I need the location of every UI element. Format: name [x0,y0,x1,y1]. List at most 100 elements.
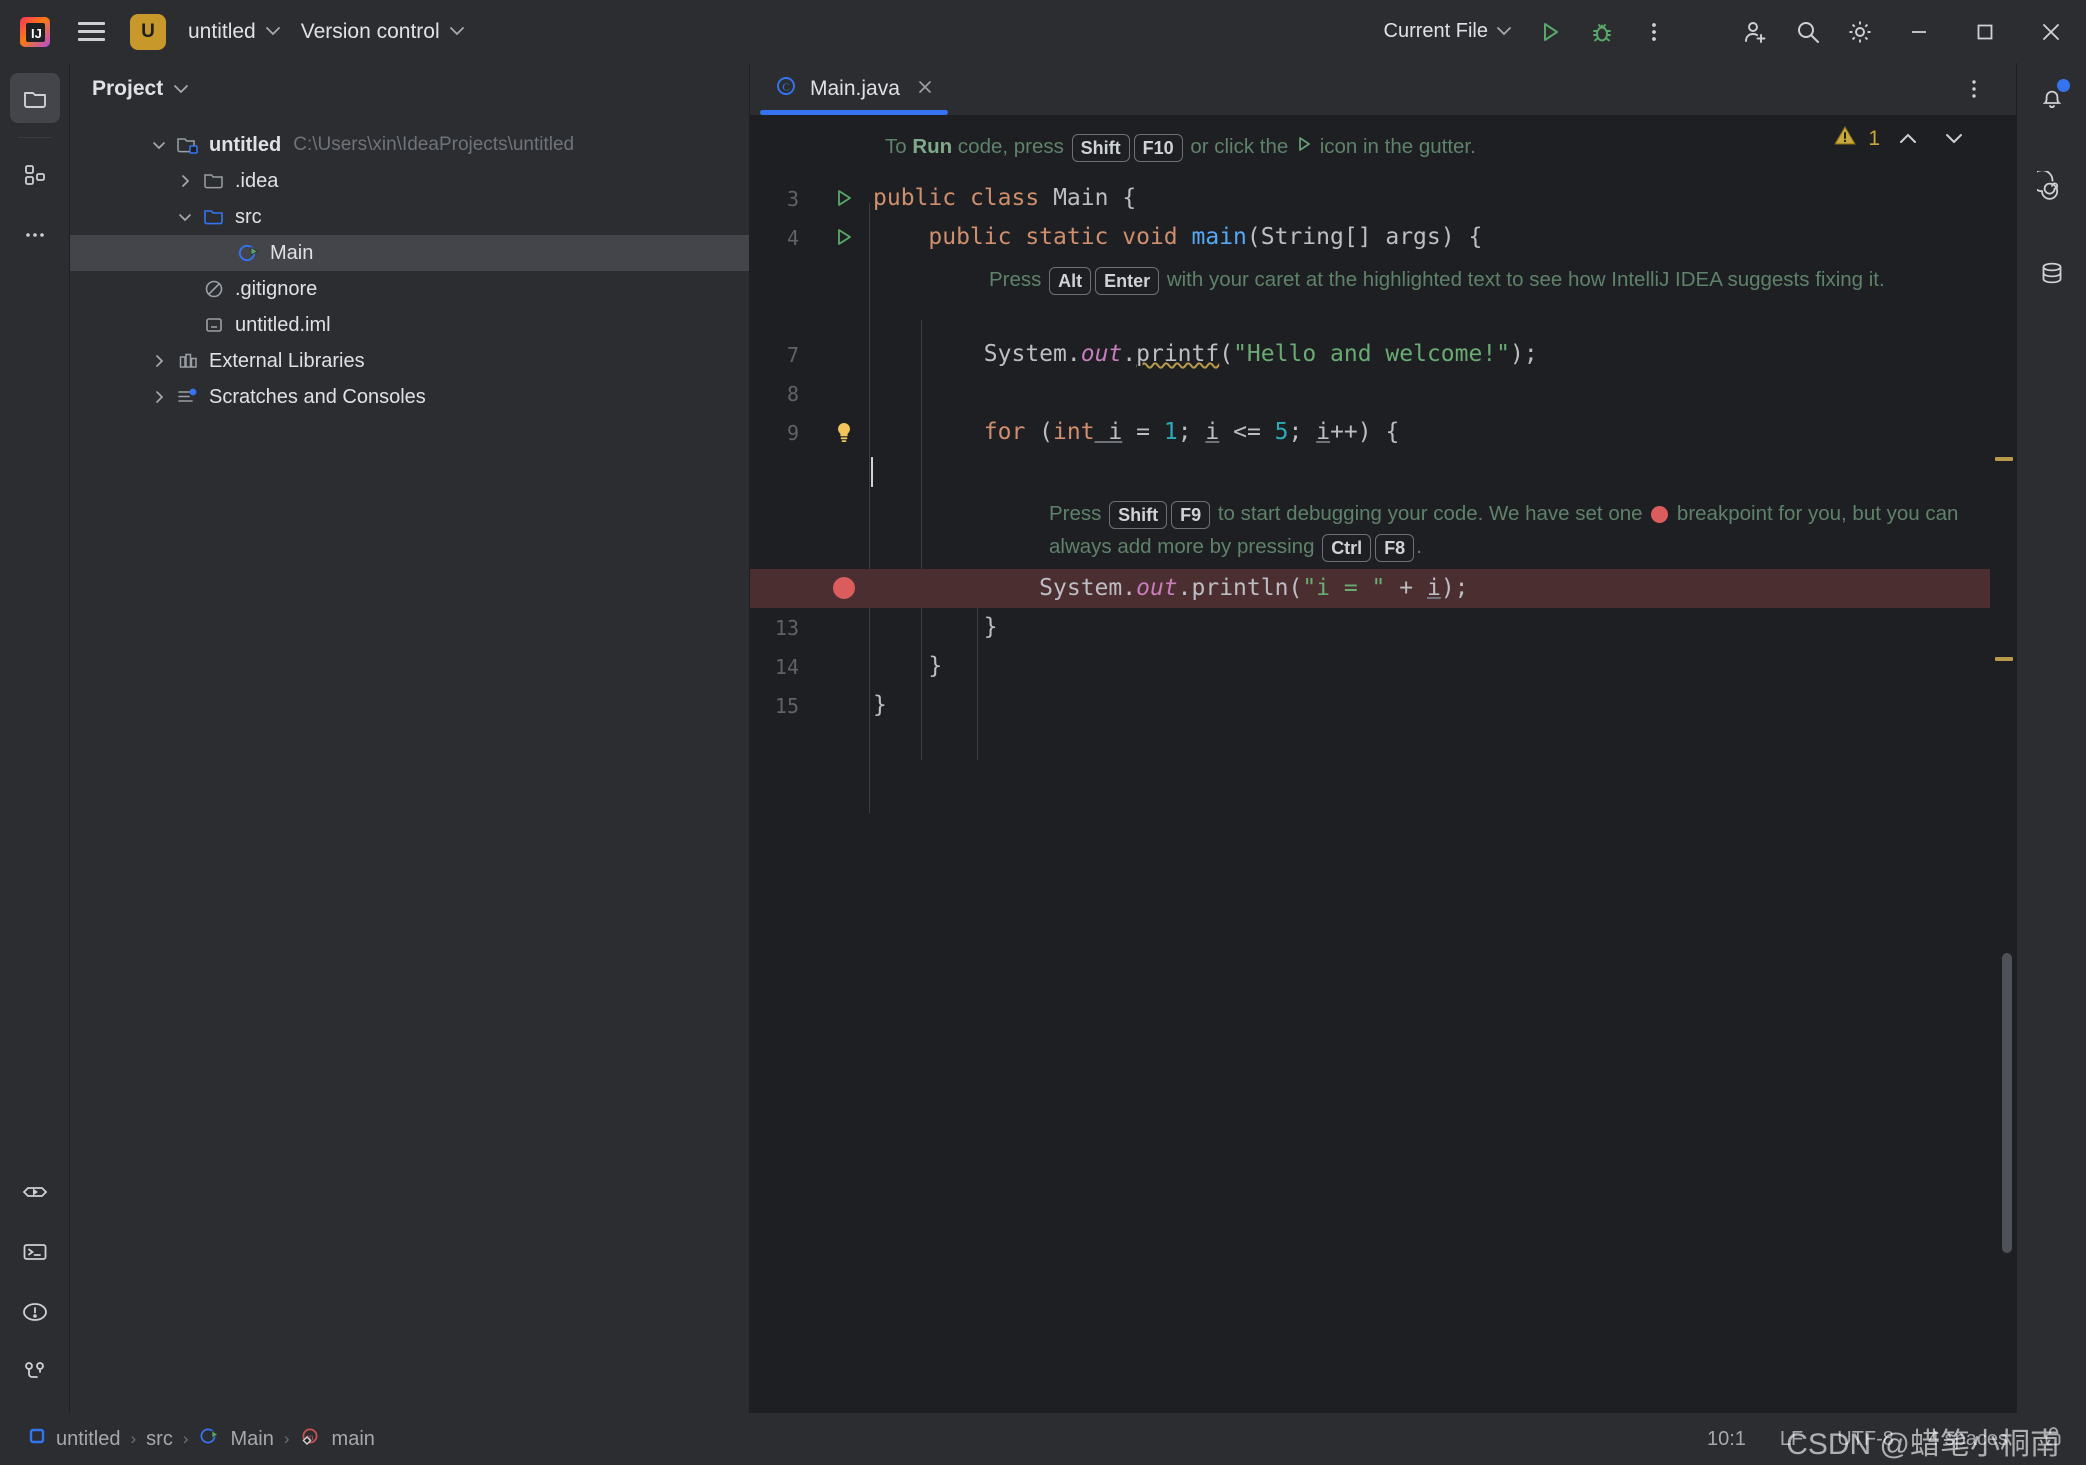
commit-tool-window[interactable] [10,150,60,200]
tree-item-scratches-and-consoles[interactable]: Scratches and Consoles [70,379,749,415]
tree-item-label: Main [270,241,314,264]
warning-circle-icon[interactable] [10,1287,60,1337]
breadcrumb-main-method[interactable]: m main [294,1423,381,1455]
breadcrumb-label: src [146,1427,173,1450]
tree-item-label: src [235,205,262,228]
breakpoint-dot-icon[interactable] [831,575,857,606]
gutter-line-8[interactable]: 8 [750,374,865,413]
bulb-icon[interactable] [833,420,855,449]
indent-setting[interactable]: 4 spaces [1928,1428,2008,1451]
bell-icon[interactable] [2027,73,2077,123]
tree-item-external-libraries[interactable]: External Libraries [70,343,749,379]
run-play-icon[interactable] [831,224,857,250]
chevron-right-icon[interactable] [144,390,174,404]
code-line-7[interactable]: System.out.printf("Hello and welcome!"); [865,335,1990,374]
gutter-line-7[interactable]: 7 [750,335,865,374]
debug-bug-icon[interactable] [1578,8,1626,56]
code-line-9[interactable]: for (int i = 1; i <= 5; i++) { [865,413,1990,452]
tree-item-untitled-iml[interactable]: untitled.iml [70,307,749,343]
editor-markers-bar[interactable] [1990,115,2016,1413]
gutter-line-blank[interactable] [750,452,865,491]
tree-item-main[interactable]: Main [70,235,749,271]
run-play-icon[interactable] [1526,8,1574,56]
token-close: ); [1440,575,1469,601]
unlock-icon[interactable] [2042,1424,2064,1454]
chevron-right-icon[interactable] [144,354,174,368]
gutter-line-13[interactable]: 13 [750,608,865,647]
java-class-runnable-icon [235,242,263,264]
kbd-shift: Shift [1071,133,1130,162]
editor-scrollbar-thumb[interactable] [2002,953,2012,1253]
project-badge: U [130,13,166,50]
warning-marker[interactable] [1995,457,2013,461]
code-line-12[interactable]: System.out.println("i = " + i); [865,569,1990,608]
run-play-icon[interactable] [831,185,857,211]
kbd-shift: Shift [1109,500,1168,529]
token-params: (String[] args) { [1246,224,1483,250]
gutter-line-15[interactable]: 15 [750,686,865,725]
file-encoding[interactable]: UTF-8 [1837,1428,1894,1451]
code-line-8[interactable] [865,374,1990,413]
hint-suffix: . [1416,535,1422,558]
breadcrumb-separator: › [130,1429,137,1448]
add-user-icon[interactable] [1732,8,1780,56]
chevron-down-icon[interactable] [144,141,174,150]
line-separator[interactable]: LF [1780,1428,1803,1451]
debug-hint-text: Press Shift F9 to start debugging your co… [1043,497,1983,563]
caret-position[interactable]: 10:1 [1707,1428,1746,1451]
minimize-icon[interactable] [1888,0,1950,63]
branch-icon[interactable] [10,1347,60,1397]
database-icon[interactable] [2027,249,2077,299]
run-window-icon[interactable] [10,1167,60,1217]
code-line-caret[interactable] [865,452,1990,491]
breadcrumb-main-class[interactable]: Main [193,1423,280,1455]
chevron-down-icon[interactable] [170,213,200,222]
gutter-line-14[interactable]: 14 [750,647,865,686]
more-tool-windows[interactable] [10,210,60,260]
left-tool-strip [0,63,70,1413]
gutter-line-12-breakpoint[interactable] [750,569,865,608]
gutter-line-9[interactable]: 9 [750,413,865,452]
tab-main-java[interactable]: C Main.java [750,63,958,115]
close-icon[interactable] [912,76,938,102]
code-line-3[interactable]: public class Main { [865,179,1990,218]
chevron-down-icon[interactable] [173,82,189,97]
token-brace: { [1122,185,1137,211]
code-line-13[interactable]: } [865,608,1990,647]
close-icon[interactable] [2020,0,2082,63]
chevron-up-icon[interactable] [1890,127,1926,151]
project-tool-window[interactable] [9,73,60,123]
breadcrumb-src[interactable]: src [140,1425,179,1454]
warning-marker[interactable] [1995,657,2013,661]
search-icon[interactable] [1784,8,1832,56]
hamburger-menu-icon[interactable] [70,11,112,53]
spiral-icon[interactable] [2027,161,2077,211]
editor-gutter[interactable]: 3 4 7 8 9 13 14 15 [750,115,865,1413]
version-control-dropdown[interactable]: Version control [291,11,475,53]
run-configuration-selector[interactable]: Current File [1374,11,1522,53]
chevron-right-icon[interactable] [170,174,200,188]
gear-icon[interactable] [1836,8,1884,56]
token-method-println: println [1191,575,1289,601]
chevron-down-icon[interactable] [1936,127,1972,151]
more-vertical-icon[interactable] [1950,65,1998,113]
gutter-line-4[interactable]: 4 [750,218,865,257]
code-editor[interactable]: 1 To Run code, press Shift F10 or click … [865,115,1990,1413]
token-system: System. [983,341,1081,367]
code-line-15[interactable]: } [865,686,1990,725]
token-method-name: main [1191,224,1247,250]
more-vertical-icon[interactable] [1630,8,1678,56]
breadcrumb-untitled[interactable]: untitled [22,1424,127,1454]
tree-item-gitignore[interactable]: .gitignore [70,271,749,307]
altenter-hint-text: Press Alt Enter with your caret at the hi… [983,263,1963,296]
code-line-4[interactable]: public static void main(String[] args) { [865,218,1990,257]
terminal-icon[interactable] [10,1227,60,1277]
tree-item-idea[interactable]: .idea [70,163,749,199]
maximize-icon[interactable] [1954,0,2016,63]
tree-item-untitled[interactable]: untitled C:\Users\xin\IdeaProjects\untit… [70,127,749,163]
project-name-dropdown[interactable]: untitled [178,11,291,53]
code-line-14[interactable]: } [865,647,1990,686]
tree-item-src[interactable]: src [70,199,749,235]
intellij-idea-logo-icon: IJ [14,11,56,53]
gutter-line-3[interactable]: 3 [750,179,865,218]
